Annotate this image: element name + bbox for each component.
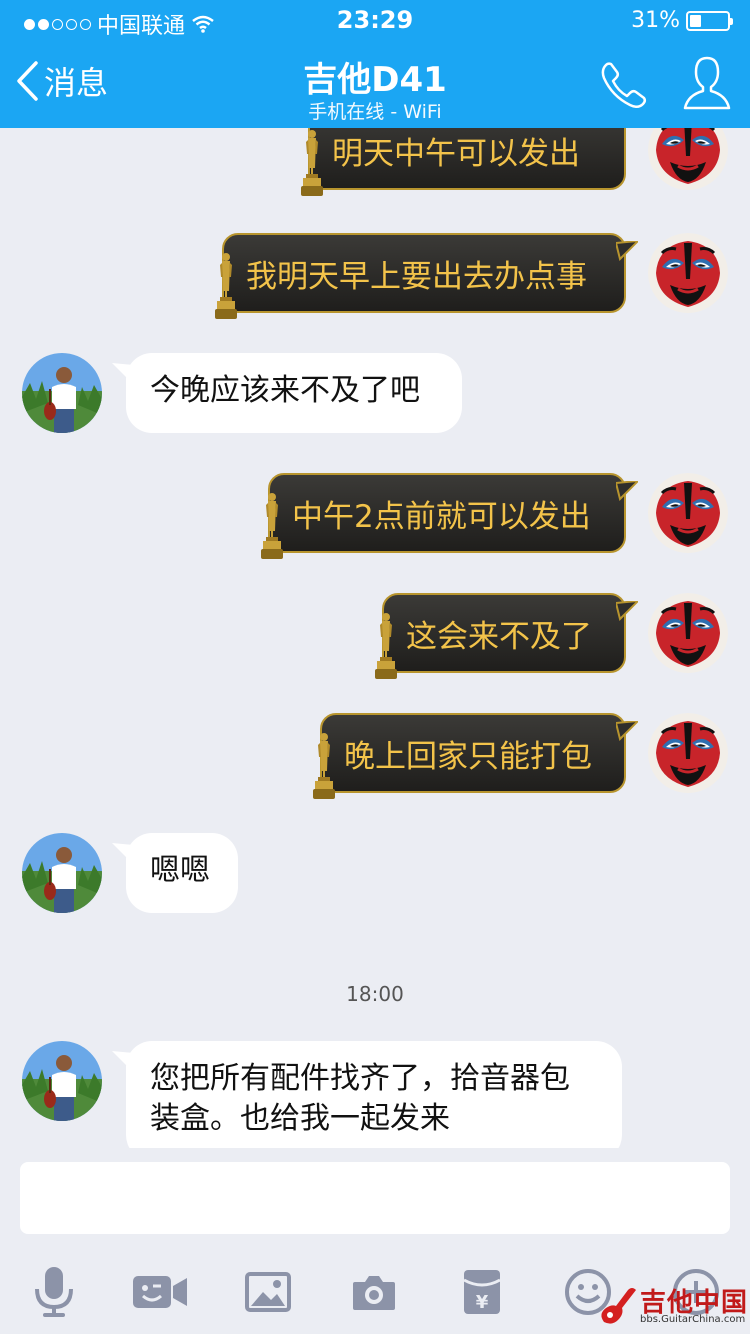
camera-icon [353, 1276, 395, 1310]
message-text: 今晚应该来不及了吧 [150, 373, 420, 408]
status-bar: 中国联通 23:29 31% [0, 0, 750, 40]
message-text: 我明天早上要出去办点事 [246, 258, 587, 295]
camera-button[interactable] [344, 1262, 404, 1322]
contact-avatar[interactable] [22, 1041, 102, 1121]
message-bubble-incoming[interactable]: 今晚应该来不及了吧 [126, 353, 462, 433]
my-avatar[interactable] [648, 233, 728, 313]
watermark-url: bbs.GuitarChina.com [640, 1314, 746, 1325]
bubble-tail [112, 1051, 134, 1071]
trophy-icon [260, 491, 284, 561]
bubble-tail [616, 721, 638, 741]
my-avatar[interactable] [648, 593, 728, 673]
message-timestamp: 18:00 [346, 982, 404, 1006]
message-bubble-incoming[interactable]: 您把所有配件找齐了，拾音器包装盒。也给我一起发来 [126, 1041, 622, 1148]
message-bubble-outgoing[interactable]: 我明天早上要出去办点事 [222, 233, 626, 313]
message-text: 您把所有配件找齐了，拾音器包装盒。也给我一起发来 [150, 1061, 570, 1136]
person-icon [683, 56, 731, 110]
battery-icon [686, 10, 733, 31]
contact-avatar[interactable] [22, 833, 102, 913]
bubble-tail [112, 843, 134, 863]
my-avatar[interactable] [648, 128, 728, 190]
bubble-tail [616, 241, 638, 261]
message-bubble-incoming[interactable]: 嗯嗯 [126, 833, 238, 913]
trophy-icon [214, 251, 238, 321]
top-bar: 中国联通 23:29 31% 消息 吉他D41 手机在线 - WiFi [0, 0, 750, 128]
yuan-symbol: ¥ [476, 1292, 489, 1313]
profile-button[interactable] [682, 54, 732, 116]
message-text: 明天中午可以发出 [332, 135, 580, 172]
my-avatar[interactable] [648, 473, 728, 553]
microphone-icon [35, 1267, 73, 1317]
trophy-icon [312, 731, 336, 801]
message-text: 嗯嗯 [150, 853, 210, 888]
message-bubble-outgoing[interactable]: 中午2点前就可以发出 [268, 473, 626, 553]
image-button[interactable] [238, 1262, 298, 1322]
message-text: 中午2点前就可以发出 [292, 498, 591, 535]
red-packet-button[interactable]: ¥ [452, 1262, 512, 1322]
message-bubble-outgoing[interactable]: 晚上回家只能打包 [320, 713, 626, 793]
bubble-tail [616, 481, 638, 501]
bubble-tail [616, 601, 638, 621]
video-icon [133, 1276, 187, 1308]
message-bubble-outgoing[interactable]: 明天中午可以发出 [308, 128, 626, 190]
trophy-icon [374, 611, 398, 681]
chat-area[interactable]: 明天中午可以发出 我明天早上要出去办点事 今晚应该来不及了吧 中午2点前就可以发… [0, 128, 750, 1148]
phone-call-button[interactable] [598, 58, 650, 114]
message-bubble-outgoing[interactable]: 这会来不及了 [382, 593, 626, 673]
phone-icon [601, 62, 647, 108]
trophy-icon [300, 128, 324, 198]
battery-status: 31% [631, 8, 733, 33]
voice-button[interactable] [24, 1262, 84, 1322]
message-text: 这会来不及了 [406, 618, 592, 655]
video-call-button[interactable] [130, 1262, 190, 1322]
message-input[interactable] [20, 1162, 730, 1234]
battery-percent: 31% [631, 8, 680, 33]
red-packet-icon: ¥ [463, 1270, 501, 1314]
watermark: 吉他中国 bbs.GuitarChina.com [598, 1282, 748, 1330]
bubble-tail [112, 363, 134, 383]
message-text: 晚上回家只能打包 [344, 738, 592, 775]
image-icon [245, 1272, 291, 1312]
contact-avatar[interactable] [22, 353, 102, 433]
my-avatar[interactable] [648, 713, 728, 793]
guitar-logo-icon [601, 1288, 636, 1324]
